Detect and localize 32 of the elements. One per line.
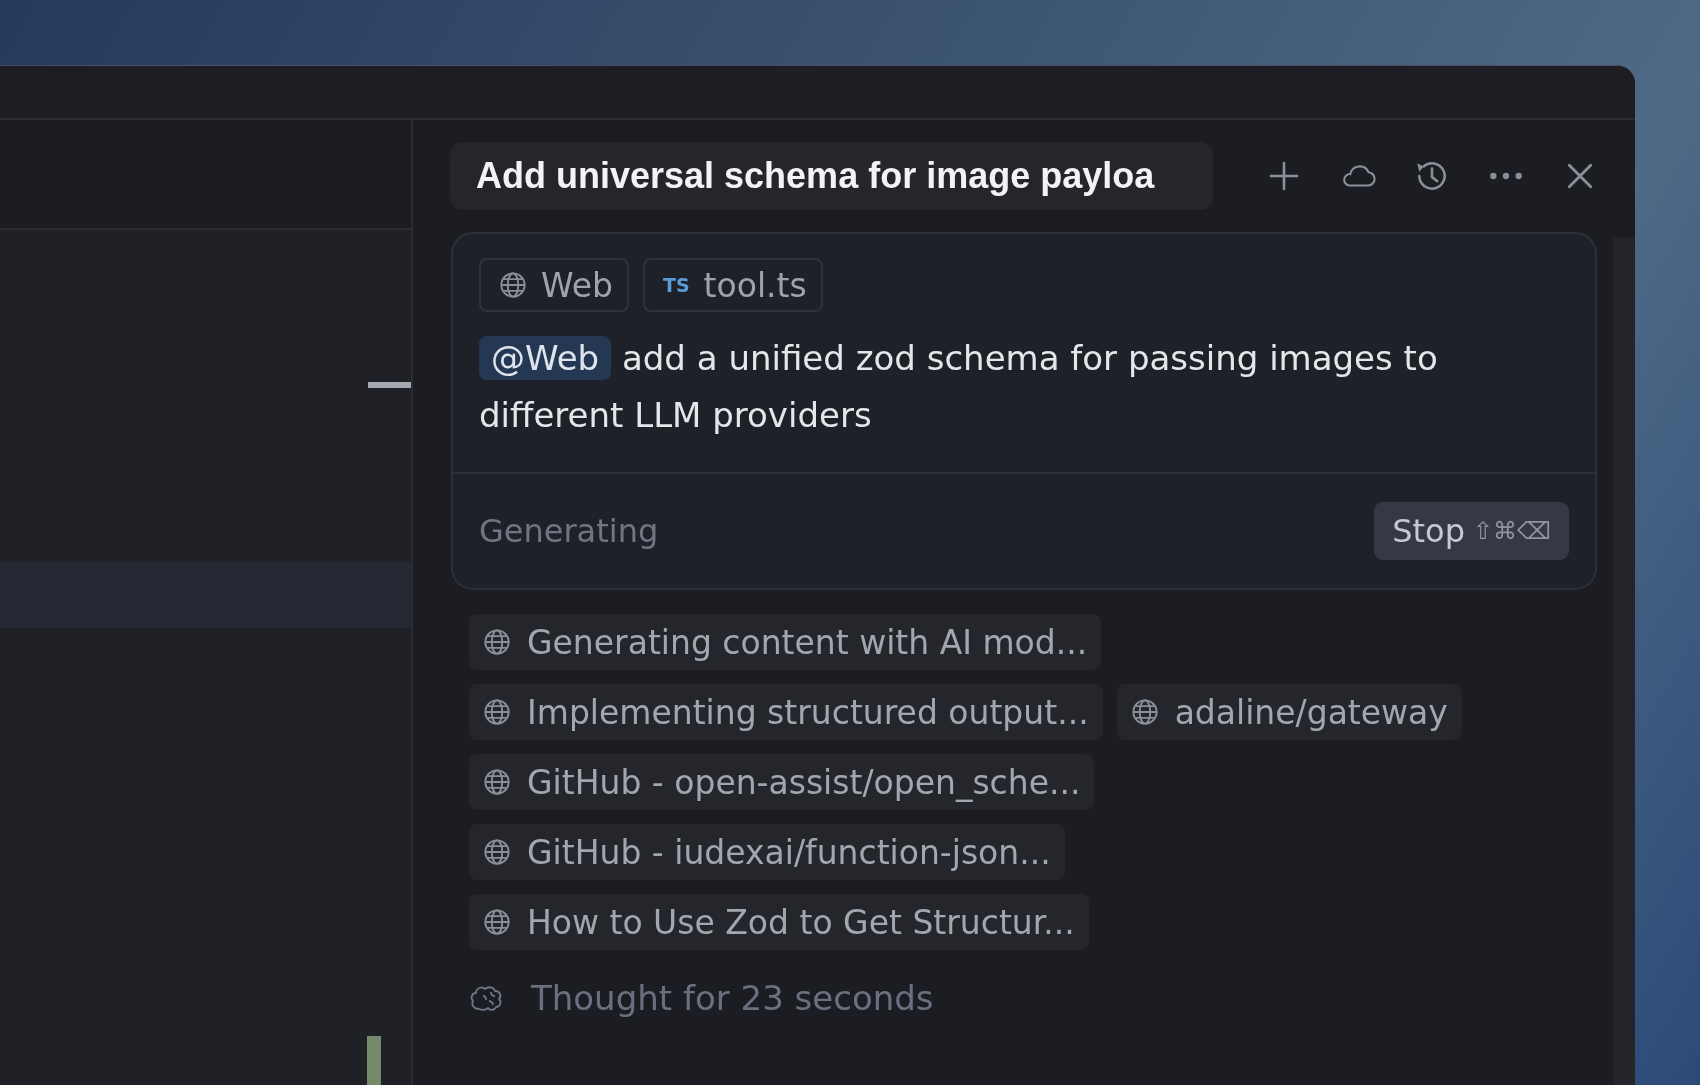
- source-title: adaline/gateway: [1174, 692, 1448, 732]
- context-chip[interactable]: Web: [479, 258, 629, 312]
- source-chip[interactable]: adaline/gateway: [1116, 684, 1462, 740]
- source-chip[interactable]: GitHub - iudexai/function-json...: [469, 824, 1065, 880]
- globe-icon: [483, 698, 511, 726]
- context-chip[interactable]: TS tool.ts: [642, 258, 823, 312]
- file-type-label: TS: [662, 274, 690, 296]
- mention-tag: @Web: [479, 336, 612, 380]
- source-title: Implementing structured output...: [527, 692, 1089, 732]
- source-title: GitHub - open-assist/open_sche...: [527, 762, 1081, 802]
- globe-icon: [1130, 698, 1159, 726]
- source-chip[interactable]: Generating content with AI mod...: [469, 614, 1102, 670]
- source-title: How to Use Zod to Get Structur...: [527, 902, 1075, 942]
- source-title: GitHub - iudexai/function-json...: [527, 832, 1051, 872]
- source-chip[interactable]: Implementing structured output...: [469, 684, 1103, 740]
- scroll-marker: [368, 382, 411, 388]
- globe-icon: [483, 838, 511, 866]
- chip-label: tool.ts: [703, 265, 807, 305]
- source-chip[interactable]: GitHub - open-assist/open_sche...: [469, 754, 1095, 810]
- globe-icon: [483, 628, 511, 656]
- change-marker: [367, 1036, 381, 1085]
- stop-button[interactable]: Stop ⇧⌘⌫: [1374, 502, 1569, 560]
- chip-label: Web: [541, 265, 613, 305]
- source-chip[interactable]: How to Use Zod to Get Structur...: [469, 894, 1089, 950]
- status-text: Generating: [479, 512, 659, 550]
- thought-duration[interactable]: Thought for 23 seconds: [531, 978, 934, 1018]
- source-title: Generating content with AI mod...: [527, 622, 1088, 662]
- prompt-text: @Web add a unified zod schema for passing images to different LLM providers: [479, 335, 1439, 437]
- globe-icon: [483, 908, 511, 936]
- chat-title[interactable]: Add universal schema for image payloa: [450, 142, 1213, 210]
- globe-icon: [483, 768, 511, 796]
- globe-icon: [499, 271, 527, 299]
